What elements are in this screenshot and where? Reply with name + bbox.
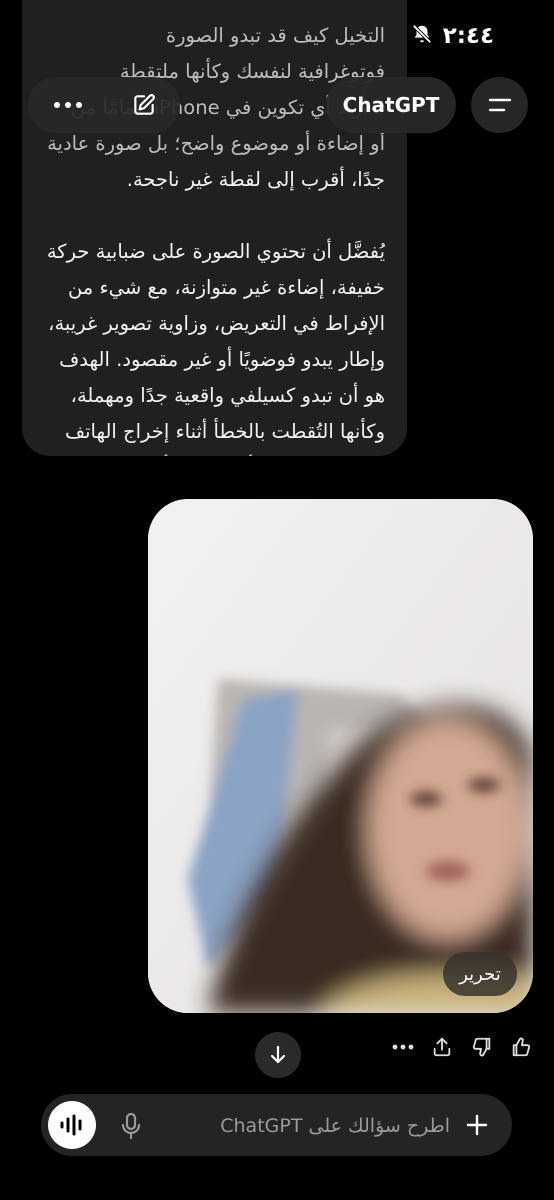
silent-bell-icon xyxy=(411,23,433,49)
user-image[interactable] xyxy=(148,499,533,1013)
thumbs-up-icon[interactable] xyxy=(506,1032,536,1062)
assistant-message-first-line: جدًا، أقرب إلى لقطة غير ناجحة. xyxy=(126,168,385,191)
status-bar-right: ٢:٤٤ xyxy=(411,22,494,50)
scroll-down-button[interactable] xyxy=(255,1032,301,1078)
thumbs-down-icon[interactable] xyxy=(467,1032,497,1062)
more-dots-icon[interactable] xyxy=(44,92,92,118)
top-menu-pill xyxy=(28,77,180,133)
assistant-message: التخيل كيف قد تبدو الصورة فوتوغرافية لنف… xyxy=(22,0,407,456)
edit-image-button[interactable]: تحرير xyxy=(443,952,517,996)
selfie-photo xyxy=(148,499,533,1013)
model-selector-button[interactable]: ChatGPT xyxy=(326,77,456,133)
plus-icon[interactable] xyxy=(460,1108,494,1142)
share-icon[interactable] xyxy=(427,1032,457,1062)
new-chat-icon[interactable] xyxy=(123,84,165,126)
arrow-down-icon xyxy=(270,1045,286,1064)
voice-mode-icon[interactable] xyxy=(48,1101,96,1149)
mic-icon[interactable] xyxy=(117,1111,145,1141)
message-input[interactable] xyxy=(160,1106,450,1146)
assistant-message-paragraph: يُفضَّل أن تحتوي الصورة على ضبابية حركة … xyxy=(46,240,385,443)
more-dots-icon[interactable] xyxy=(388,1032,418,1062)
sidebar-toggle-icon[interactable] xyxy=(471,77,528,133)
message-actions xyxy=(388,1030,536,1064)
clock: ٢:٤٤ xyxy=(442,23,494,49)
